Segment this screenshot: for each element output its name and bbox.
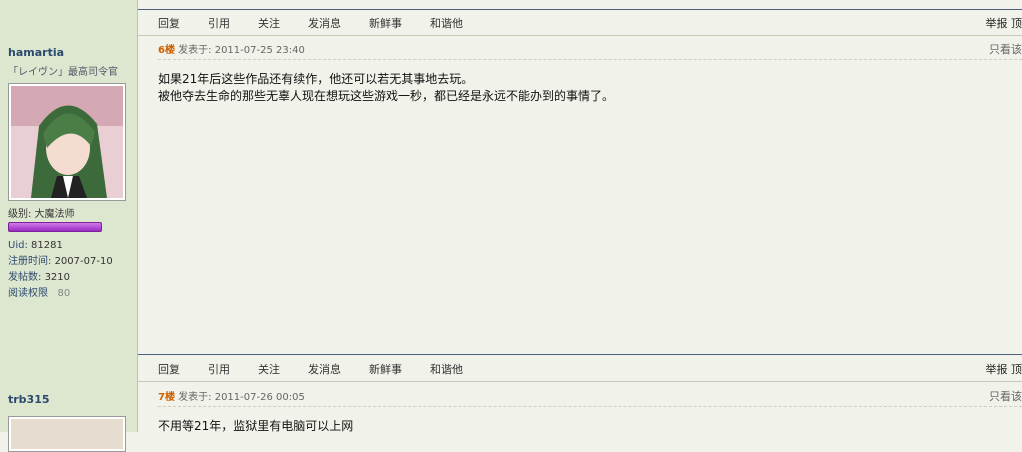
only-author-link[interactable]: 只看该: [989, 41, 1022, 57]
report-link[interactable]: 举报 顶: [986, 361, 1022, 377]
post-line: 被他夺去生命的那些无辜人现在想玩这些游戏一秒，都已经是永远不能办到的事情了。: [158, 88, 614, 105]
post7-header: 7楼 发表于: 2011-07-26 00:05 只看该: [158, 388, 1022, 407]
uid-value: 81281: [31, 240, 63, 251]
avatar[interactable]: [8, 416, 126, 452]
post7-user-info: trb315: [8, 393, 130, 452]
post6-user-info: hamartia 「レイヴン」最高司令官 级别: 大魔法师 Uid: 81281…: [8, 46, 130, 302]
perm-value: 80: [58, 288, 71, 299]
perm-row: 阅读权限 80: [8, 286, 130, 302]
avatar-image: [11, 419, 123, 449]
report-link[interactable]: 举报 顶: [986, 15, 1022, 31]
harmonize-link[interactable]: 和谐他: [430, 15, 463, 31]
message-link[interactable]: 发消息: [308, 15, 341, 31]
quote-link[interactable]: 引用: [208, 361, 230, 377]
posts-value: 3210: [45, 272, 70, 283]
user-sidebar: hamartia 「レイヴン」最高司令官 级别: 大魔法师 Uid: 81281…: [0, 0, 138, 432]
post-line: 如果21年后这些作品还有续作，他还可以若无其事地去玩。: [158, 71, 614, 88]
post-line: 不用等21年，监狱里有电脑可以上网: [158, 418, 353, 435]
username[interactable]: hamartia: [8, 46, 130, 59]
message-link[interactable]: 发消息: [308, 361, 341, 377]
only-author-link[interactable]: 只看该: [989, 388, 1022, 404]
quote-link[interactable]: 引用: [208, 15, 230, 31]
reply-link[interactable]: 回复: [158, 15, 180, 31]
level-bar: [8, 222, 102, 232]
user-title: 「レイヴン」最高司令官: [8, 65, 130, 80]
user-level: 级别: 大魔法师: [8, 205, 130, 220]
news-link[interactable]: 新鲜事: [369, 15, 402, 31]
reply-link[interactable]: 回复: [158, 361, 180, 377]
post-actions-bar: 回复 引用 关注 发消息 新鲜事 和谐他 举报 顶: [158, 10, 1022, 36]
post-time: 发表于: 2011-07-26 00:05: [178, 392, 305, 403]
post7-content: 不用等21年，监狱里有电脑可以上网: [158, 418, 353, 435]
news-link[interactable]: 新鲜事: [369, 361, 402, 377]
post6-header: 6楼 发表于: 2011-07-25 23:40 只看该: [158, 41, 1022, 60]
post6-content: 如果21年后这些作品还有续作，他还可以若无其事地去玩。 被他夺去生命的那些无辜人…: [158, 71, 614, 105]
floor-number[interactable]: 7楼: [158, 392, 175, 403]
uid-row: Uid: 81281: [8, 238, 130, 254]
reg-value: 2007-07-10: [55, 256, 113, 267]
reg-row: 注册时间: 2007-07-10: [8, 254, 130, 270]
post-actions-bar: 回复 引用 关注 发消息 新鲜事 和谐他 举报 顶: [158, 356, 1022, 382]
floor-number[interactable]: 6楼: [158, 45, 175, 56]
posts-row: 发帖数: 3210: [8, 270, 130, 286]
username[interactable]: trb315: [8, 393, 130, 406]
avatar-image: [11, 86, 123, 198]
post-time: 发表于: 2011-07-25 23:40: [178, 45, 305, 56]
follow-link[interactable]: 关注: [258, 361, 280, 377]
harmonize-link[interactable]: 和谐他: [430, 361, 463, 377]
post-area: 回复 引用 关注 发消息 新鲜事 和谐他 举报 顶 6楼 发表于: 2011-0…: [138, 0, 1022, 432]
avatar[interactable]: [8, 83, 126, 201]
follow-link[interactable]: 关注: [258, 15, 280, 31]
